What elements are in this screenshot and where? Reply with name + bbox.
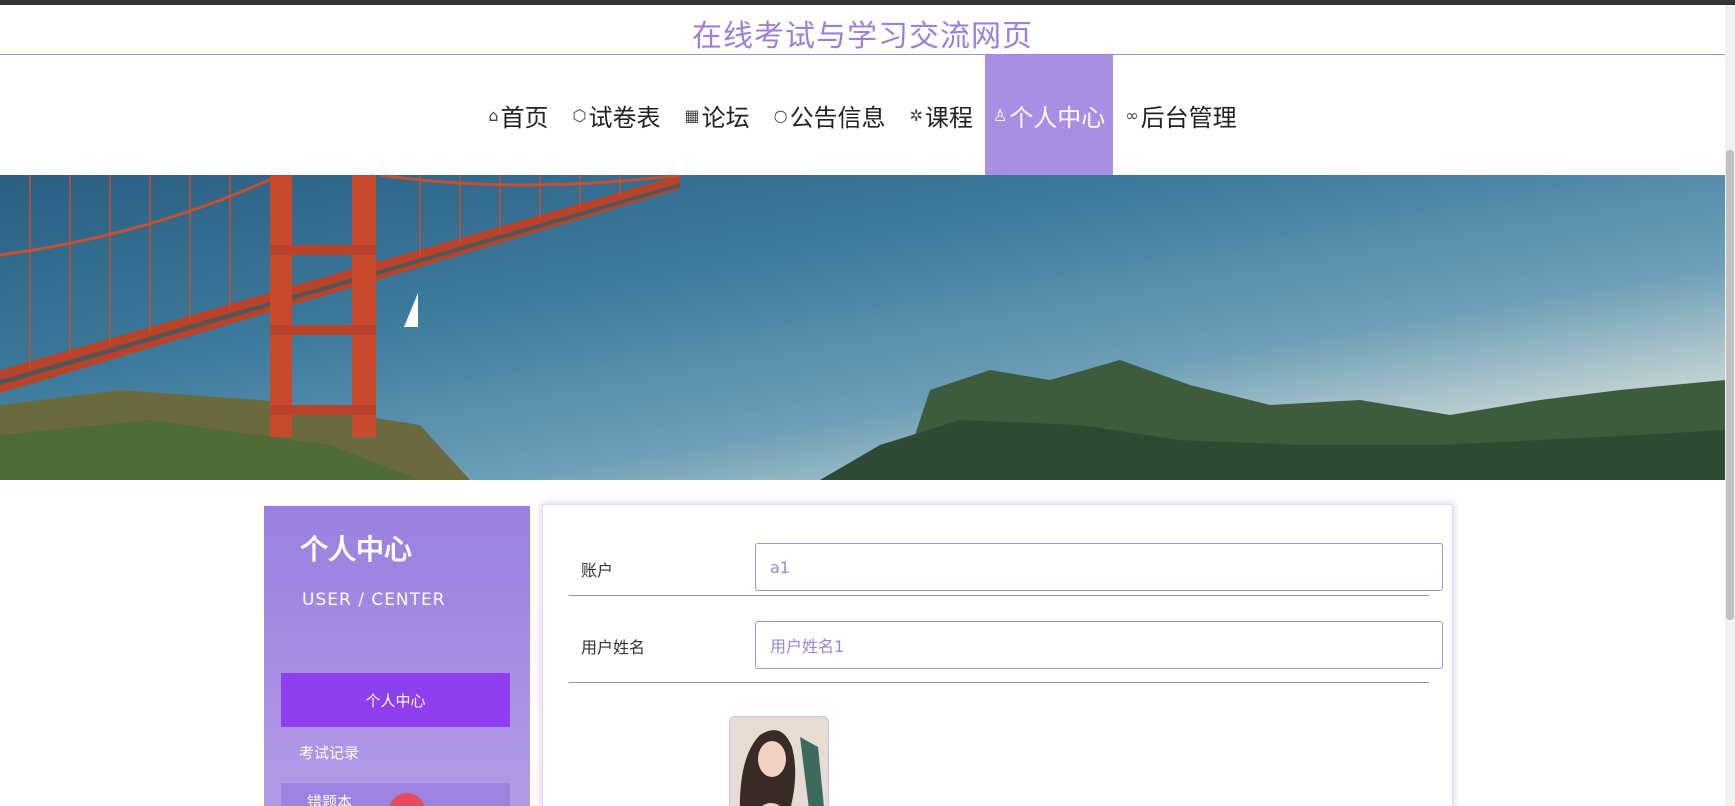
notification-badge — [389, 793, 425, 806]
user-icon: ♙ — [992, 105, 1008, 125]
avatar[interactable] — [729, 716, 829, 806]
nav-item-home[interactable]: ⌂ 首页 — [476, 55, 560, 175]
sidebar-title: 个人中心 — [300, 533, 413, 566]
site-title: 在线考试与学习交流网页 — [692, 19, 1033, 54]
nav-item-label: 课程 — [924, 103, 973, 132]
cube-icon: ⬡ — [572, 105, 587, 125]
scrollbar-thumb[interactable] — [1726, 150, 1734, 620]
sidebar-item-label: 个人中心 — [365, 691, 426, 710]
banner-image — [0, 175, 1725, 480]
nav-item-courses[interactable]: ✲ 课程 — [898, 55, 985, 175]
smile-icon: ○ — [773, 105, 788, 125]
page-scrollbar[interactable] — [1725, 5, 1735, 806]
nav-item-label: 个人中心 — [1009, 103, 1106, 132]
sidebar-item-personal-center[interactable]: 个人中心 — [281, 673, 510, 727]
form-row-account: 账户 — [569, 505, 1443, 596]
username-input[interactable] — [755, 621, 1443, 669]
sidebar-subtitle: USER / CENTER — [302, 590, 446, 610]
nav-item-label: 公告信息 — [789, 103, 886, 132]
sidebar-item-wrong-questions[interactable]: 错题本 — [281, 783, 510, 806]
gift-icon: ▦ — [684, 105, 700, 125]
form-row-username: 用户姓名 — [569, 596, 1443, 683]
nav-item-label: 试卷表 — [588, 103, 661, 132]
nav-item-label: 首页 — [500, 103, 549, 132]
nav-item-label: 后台管理 — [1140, 103, 1237, 132]
home-icon: ⌂ — [488, 105, 499, 125]
sidebar-item-label: 错题本 — [307, 793, 353, 806]
nav-item-label: 论坛 — [701, 103, 750, 132]
avatar-image — [730, 717, 828, 806]
link-icon: ∞ — [1125, 105, 1139, 125]
nav-item-forum[interactable]: ▦ 论坛 — [672, 55, 761, 175]
nav-item-personal-center[interactable]: ♙ 个人中心 — [984, 55, 1114, 175]
account-label: 账户 — [581, 561, 614, 580]
sidebar-item-exam-records[interactable]: 考试记录 — [299, 742, 359, 763]
sidebar-item-label: 考试记录 — [299, 744, 360, 762]
main-nav: ⌂ 首页 ⬡ 试卷表 ▦ 论坛 ○ 公告信息 ✲ 课程 ♙ 个人中心 ∞ 后台管理 — [0, 55, 1725, 175]
nav-item-announcements[interactable]: ○ 公告信息 — [762, 55, 898, 175]
username-label: 用户姓名 — [581, 638, 646, 657]
banner-carousel[interactable] — [0, 175, 1725, 480]
profile-form: 账户 用户姓名 — [542, 504, 1453, 806]
title-bar: 在线考试与学习交流网页 — [0, 5, 1725, 55]
gear-icon: ✲ — [909, 105, 923, 125]
nav-item-admin[interactable]: ∞ 后台管理 — [1113, 55, 1248, 175]
user-sidebar: 个人中心 USER / CENTER 个人中心 考试记录 错题本 — [264, 506, 530, 806]
nav-item-exam-papers[interactable]: ⬡ 试卷表 — [561, 55, 673, 175]
account-input[interactable] — [755, 543, 1443, 591]
